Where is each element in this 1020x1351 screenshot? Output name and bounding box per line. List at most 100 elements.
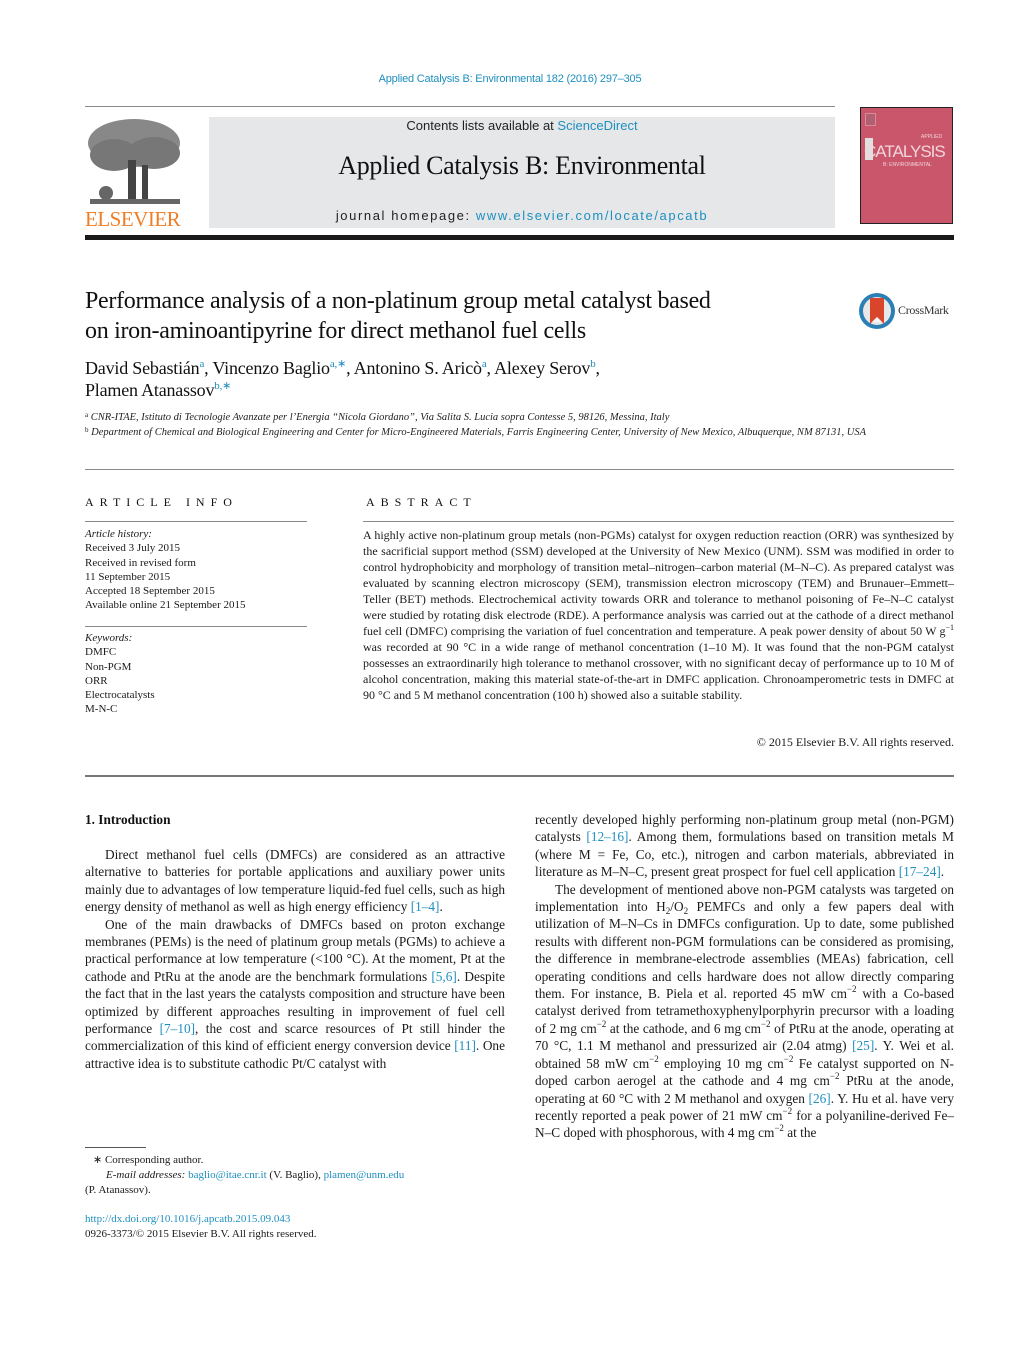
abstract-text-part: A highly active non-platinum group metal… bbox=[363, 528, 954, 638]
affiliation-item: a CNR-ITAE, Istituto di Tecnologie Avanz… bbox=[85, 411, 955, 426]
elsevier-logo[interactable]: ELSEVIER bbox=[84, 115, 186, 231]
cover-subtitle: B: ENVIRONMENTAL bbox=[883, 162, 932, 168]
contents-prefix: Contents lists available at bbox=[406, 118, 558, 133]
footnote: ∗ Corresponding author. E-mail addresses… bbox=[85, 1153, 505, 1198]
email-owner: (P. Atanassov). bbox=[85, 1184, 151, 1196]
journal-title: Applied Catalysis B: Environmental bbox=[338, 151, 706, 180]
homepage-prefix: journal homepage: bbox=[335, 208, 476, 223]
elsevier-wordmark: ELSEVIER bbox=[85, 207, 181, 231]
issn-rights: 0926-3373/© 2015 Elsevier B.V. All right… bbox=[85, 1228, 317, 1240]
author-affiliation-mark[interactable]: a,∗ bbox=[330, 358, 346, 370]
author-affiliation-mark[interactable]: b,∗ bbox=[214, 380, 231, 392]
reference-link[interactable]: [7–10] bbox=[160, 1021, 195, 1036]
affiliation-item: b Department of Chemical and Biological … bbox=[85, 426, 955, 441]
abstract-copyright: © 2015 Elsevier B.V. All rights reserved… bbox=[756, 735, 954, 749]
paragraph: The development of mentioned above non-P… bbox=[535, 881, 954, 1142]
author[interactable]: Antonino S. Aricò bbox=[354, 358, 482, 378]
journal-banner: Contents lists available at ScienceDirec… bbox=[209, 117, 835, 228]
keywords-label: Keywords: bbox=[85, 632, 133, 644]
cover-top-text: APPLIED bbox=[921, 134, 943, 140]
contents-line: Contents lists available at ScienceDirec… bbox=[209, 118, 835, 133]
paragraph-text: at the cathode, and 6 mg cm bbox=[606, 1020, 761, 1036]
paragraph-text: /O bbox=[670, 899, 684, 915]
email-owner: (V. Baglio), bbox=[266, 1169, 324, 1181]
corresponding-author-note: ∗ Corresponding author. bbox=[93, 1154, 204, 1166]
reference-link[interactable]: [17–24] bbox=[899, 864, 941, 879]
reference-link[interactable]: [5,6] bbox=[431, 969, 456, 984]
body-column-left: Direct methanol fuel cells (DMFCs) are c… bbox=[85, 846, 505, 1072]
abstract-superscript: −1 bbox=[945, 623, 954, 632]
reference-link[interactable]: [26] bbox=[809, 1091, 831, 1106]
reference-link[interactable]: [1–4] bbox=[411, 899, 440, 914]
history-item: Received 3 July 2015 bbox=[85, 542, 181, 555]
article-info-rule bbox=[85, 521, 307, 522]
history-item: Accepted 18 September 2015 bbox=[85, 585, 215, 598]
section-heading-introduction: 1. Introduction bbox=[85, 812, 171, 827]
affiliation-text: Department of Chemical and Biological En… bbox=[91, 426, 867, 438]
article-title: Performance analysis of a non-platinum g… bbox=[85, 286, 845, 346]
crossmark-label: CrossMark bbox=[898, 303, 949, 317]
author-affiliation-mark[interactable]: a bbox=[482, 358, 487, 370]
author-list: David Sebastiána, Vincenzo Baglioa,∗, An… bbox=[85, 358, 600, 400]
reference-link[interactable]: [25] bbox=[852, 1038, 874, 1053]
history-label: Article history: bbox=[85, 528, 152, 540]
affiliation-mark: a bbox=[85, 411, 89, 419]
title-line-1: Performance analysis of a non-platinum g… bbox=[85, 288, 711, 314]
article-history: Article history: Received 3 July 2015 Re… bbox=[85, 527, 307, 613]
abstract-heading: ABSTRACT bbox=[366, 495, 477, 509]
author[interactable]: David Sebastián bbox=[85, 358, 200, 378]
cover-elsevier-emblem bbox=[865, 113, 876, 126]
cover-title: CATALYSIS bbox=[864, 142, 946, 161]
homepage-link[interactable]: www.elsevier.com/locate/apcatb bbox=[476, 208, 708, 223]
header-thick-rule bbox=[85, 235, 954, 240]
author[interactable]: Alexey Serov bbox=[494, 358, 590, 378]
superscript: −2 bbox=[596, 1018, 607, 1029]
history-item: Received in revised form bbox=[85, 556, 196, 569]
author[interactable]: Plamen Atanassov bbox=[85, 380, 214, 400]
abstract-rule bbox=[363, 521, 954, 522]
affiliation-mark: b bbox=[85, 425, 89, 434]
author[interactable]: Vincenzo Baglio bbox=[212, 358, 330, 378]
keyword-item: ORR bbox=[85, 674, 108, 687]
author-affiliation-mark[interactable]: a bbox=[199, 358, 204, 370]
keyword-item: DMFC bbox=[85, 646, 117, 659]
body-divider bbox=[85, 775, 954, 777]
email-line: E-mail addresses: baglio@itae.cnr.it (V.… bbox=[85, 1168, 505, 1183]
sciencedirect-link[interactable]: ScienceDirect bbox=[557, 118, 637, 133]
reference-link[interactable]: [12–16] bbox=[586, 829, 628, 844]
author-affiliation-mark[interactable]: b bbox=[590, 358, 596, 370]
paragraph: Direct methanol fuel cells (DMFCs) are c… bbox=[85, 847, 505, 915]
email-label: E-mail addresses: bbox=[106, 1169, 186, 1181]
reference-link[interactable]: [11] bbox=[454, 1038, 476, 1053]
title-line-2: on iron-aminoantipyrine for direct metha… bbox=[85, 318, 586, 344]
keyword-item: M-N-C bbox=[85, 703, 118, 716]
journal-citation-link[interactable]: Applied Catalysis B: Environmental 182 (… bbox=[0, 73, 1020, 85]
paragraph: One of the main drawbacks of DMFCs based… bbox=[85, 916, 505, 1073]
affiliation-text: CNR-ITAE, Istituto di Tecnologie Avanzat… bbox=[90, 412, 670, 423]
doi-block: http://dx.doi.org/10.1016/j.apcatb.2015.… bbox=[85, 1212, 505, 1242]
superscript: −2 bbox=[846, 984, 857, 995]
keywords: Keywords: DMFC Non-PGM ORR Electrocataly… bbox=[85, 631, 307, 717]
homepage-line: journal homepage: www.elsevier.com/locat… bbox=[209, 208, 835, 223]
doi-link[interactable]: http://dx.doi.org/10.1016/j.apcatb.2015.… bbox=[85, 1213, 290, 1225]
paragraph: recently developed highly performing non… bbox=[535, 812, 954, 880]
crossmark-icon bbox=[859, 293, 895, 329]
footnote-rule bbox=[85, 1147, 146, 1148]
section-divider bbox=[85, 469, 954, 470]
superscript: −2 bbox=[649, 1053, 659, 1064]
paragraph-text: at the bbox=[783, 1125, 817, 1141]
superscript: −2 bbox=[782, 1105, 793, 1116]
email-link[interactable]: baglio@itae.cnr.it bbox=[188, 1169, 267, 1181]
superscript: −2 bbox=[783, 1053, 794, 1064]
paragraph-text: employing 10 mg cm bbox=[658, 1055, 784, 1071]
abstract-text: A highly active non-platinum group metal… bbox=[363, 527, 954, 703]
keyword-item: Non-PGM bbox=[85, 660, 132, 673]
journal-cover-image[interactable]: APPLIED CATALYSIS B: ENVIRONMENTAL bbox=[860, 107, 953, 224]
body-column-right: recently developed highly performing non… bbox=[535, 811, 954, 1142]
email-link[interactable]: plamen@unm.edu bbox=[324, 1169, 405, 1181]
header-rule bbox=[85, 106, 835, 107]
article-info-heading: ARTICLE INFO bbox=[85, 495, 238, 509]
superscript: −2 bbox=[760, 1018, 771, 1029]
abstract-text-part: was recorded at 90 °C in a wide range of… bbox=[363, 640, 954, 702]
crossmark-button[interactable]: CrossMark bbox=[858, 292, 958, 330]
